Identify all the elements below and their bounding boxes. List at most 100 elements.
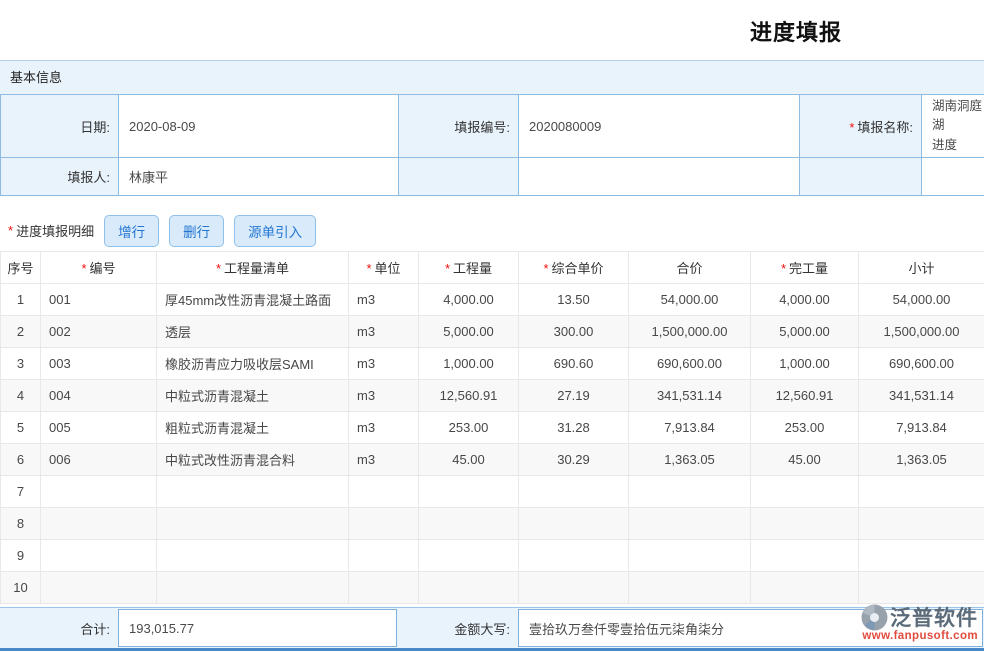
page-title: 进度填报 [0, 0, 984, 47]
cell-completed-qty[interactable]: 4,000.00 [751, 284, 859, 316]
cell-subtotal[interactable] [859, 572, 984, 604]
cell-unit[interactable]: m3 [349, 380, 419, 412]
empty-value-cell [922, 158, 984, 196]
cell-boq-item[interactable]: 透层 [157, 316, 349, 348]
table-row: 3003橡胶沥青应力吸收层SAMIm31,000.00690.60690,600… [1, 348, 984, 380]
column-header-total-price: 合价 [629, 252, 751, 284]
reporter-field[interactable]: 林康平 [119, 158, 399, 196]
reporter-label: 填报人: [1, 158, 119, 196]
cell-total-price[interactable] [629, 540, 751, 572]
cell-quantity[interactable] [419, 572, 519, 604]
cell-subtotal[interactable]: 54,000.00 [859, 284, 984, 316]
cell-completed-qty[interactable]: 253.00 [751, 412, 859, 444]
cell-quantity[interactable]: 4,000.00 [419, 284, 519, 316]
cell-boq-item[interactable]: 中粒式沥青混凝土 [157, 380, 349, 412]
cell-subtotal[interactable]: 690,600.00 [859, 348, 984, 380]
cell-total-price[interactable]: 1,363.05 [629, 444, 751, 476]
cell-code[interactable] [41, 508, 157, 540]
cell-code[interactable]: 003 [41, 348, 157, 380]
source-import-button[interactable]: 源单引入 [234, 215, 316, 247]
cell-completed-qty[interactable] [751, 572, 859, 604]
cell-code[interactable]: 004 [41, 380, 157, 412]
cell-subtotal[interactable]: 1,363.05 [859, 444, 984, 476]
cell-quantity[interactable] [419, 540, 519, 572]
cell-unit[interactable] [349, 508, 419, 540]
report-name-field[interactable]: 湖南洞庭湖 进度 [922, 95, 984, 158]
cell-total-price[interactable] [629, 508, 751, 540]
cell-unit[interactable] [349, 572, 419, 604]
cell-quantity[interactable]: 45.00 [419, 444, 519, 476]
cell-unit-price[interactable]: 31.28 [519, 412, 629, 444]
cell-unit-price[interactable] [519, 572, 629, 604]
cell-subtotal[interactable] [859, 476, 984, 508]
total-field[interactable]: 193,015.77 [118, 609, 397, 647]
cell-quantity[interactable] [419, 508, 519, 540]
cell-total-price[interactable]: 1,500,000.00 [629, 316, 751, 348]
cell-subtotal[interactable]: 7,913.84 [859, 412, 984, 444]
cell-subtotal[interactable] [859, 508, 984, 540]
cell-unit[interactable]: m3 [349, 284, 419, 316]
report-no-field[interactable]: 2020080009 [519, 95, 800, 158]
cell-unit-price[interactable] [519, 508, 629, 540]
cell-quantity[interactable]: 12,560.91 [419, 380, 519, 412]
table-row: 7 [1, 476, 984, 508]
cell-boq-item[interactable] [157, 476, 349, 508]
cell-completed-qty[interactable]: 12,560.91 [751, 380, 859, 412]
cell-unit-price[interactable]: 30.29 [519, 444, 629, 476]
cell-total-price[interactable] [629, 572, 751, 604]
cell-completed-qty[interactable]: 1,000.00 [751, 348, 859, 380]
delete-row-button[interactable]: 删行 [169, 215, 224, 247]
required-asterisk: * [366, 261, 371, 276]
cell-code[interactable] [41, 540, 157, 572]
cell-boq-item[interactable] [157, 540, 349, 572]
cell-code[interactable] [41, 476, 157, 508]
cell-total-price[interactable]: 7,913.84 [629, 412, 751, 444]
cell-completed-qty[interactable] [751, 540, 859, 572]
cell-subtotal[interactable] [859, 540, 984, 572]
cell-unit[interactable]: m3 [349, 412, 419, 444]
cell-code[interactable] [41, 572, 157, 604]
cell-completed-qty[interactable]: 5,000.00 [751, 316, 859, 348]
cell-boq-item[interactable] [157, 572, 349, 604]
table-row: 6006中粒式改性沥青混合料m345.0030.291,363.0545.001… [1, 444, 984, 476]
cell-unit-price[interactable]: 690.60 [519, 348, 629, 380]
cell-total-price[interactable] [629, 476, 751, 508]
cell-subtotal[interactable]: 341,531.14 [859, 380, 984, 412]
cell-quantity[interactable] [419, 476, 519, 508]
cell-unit[interactable] [349, 540, 419, 572]
cell-unit[interactable]: m3 [349, 316, 419, 348]
cell-boq-item[interactable]: 橡胶沥青应力吸收层SAMI [157, 348, 349, 380]
cell-unit[interactable]: m3 [349, 348, 419, 380]
cell-unit-price[interactable] [519, 476, 629, 508]
cell-code[interactable]: 002 [41, 316, 157, 348]
cell-unit-price[interactable]: 27.19 [519, 380, 629, 412]
cell-completed-qty[interactable] [751, 476, 859, 508]
fanpu-logo-icon [861, 604, 888, 631]
cell-boq-item[interactable] [157, 508, 349, 540]
cell-quantity[interactable]: 1,000.00 [419, 348, 519, 380]
add-row-button[interactable]: 增行 [104, 215, 159, 247]
cell-subtotal[interactable]: 1,500,000.00 [859, 316, 984, 348]
cell-unit-price[interactable] [519, 540, 629, 572]
required-asterisk: * [81, 261, 86, 276]
cell-total-price[interactable]: 341,531.14 [629, 380, 751, 412]
cell-total-price[interactable]: 54,000.00 [629, 284, 751, 316]
cell-boq-item[interactable]: 粗粒式沥青混凝土 [157, 412, 349, 444]
cell-unit-price[interactable]: 300.00 [519, 316, 629, 348]
cell-code[interactable]: 006 [41, 444, 157, 476]
cell-quantity[interactable]: 253.00 [419, 412, 519, 444]
date-field[interactable]: 2020-08-09 [119, 95, 399, 158]
cell-total-price[interactable]: 690,600.00 [629, 348, 751, 380]
detail-section-toolbar: * 进度填报明细 增行 删行 源单引入 [0, 196, 984, 251]
cell-unit[interactable] [349, 476, 419, 508]
cell-completed-qty[interactable] [751, 508, 859, 540]
cell-boq-item[interactable]: 厚45mm改性沥青混凝土路面 [157, 284, 349, 316]
cell-unit-price[interactable]: 13.50 [519, 284, 629, 316]
cell-completed-qty[interactable]: 45.00 [751, 444, 859, 476]
cell-quantity[interactable]: 5,000.00 [419, 316, 519, 348]
cell-code[interactable]: 005 [41, 412, 157, 444]
cell-boq-item[interactable]: 中粒式改性沥青混合料 [157, 444, 349, 476]
cell-code[interactable]: 001 [41, 284, 157, 316]
cell-unit[interactable]: m3 [349, 444, 419, 476]
table-row: 9 [1, 540, 984, 572]
